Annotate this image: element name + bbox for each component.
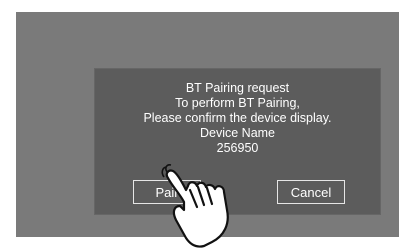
dialog-message: BT Pairing request To perform BT Pairing… (95, 81, 380, 156)
device-name-label: Device Name (199, 126, 276, 140)
dialog-title: BT Pairing request (185, 81, 290, 95)
dialog-instruction-line-2: Please confirm the device display. (143, 111, 332, 125)
cancel-button[interactable]: Cancel (277, 180, 345, 204)
dialog-instruction-line-1: To perform BT Pairing, (175, 96, 300, 110)
hand-pointer-icon (161, 164, 229, 248)
device-name-value: 256950 (216, 141, 259, 155)
